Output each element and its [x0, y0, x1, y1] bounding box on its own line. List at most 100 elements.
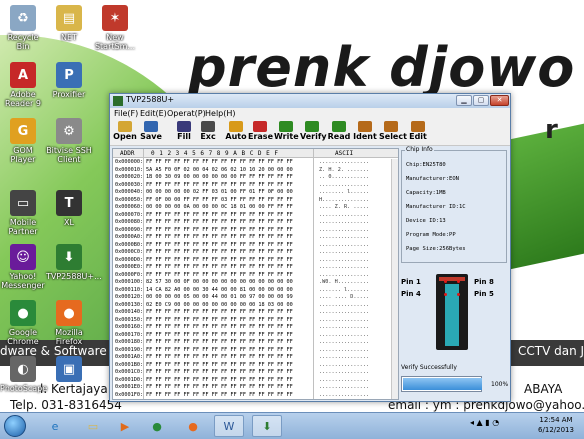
close-button[interactable]: ✕ — [490, 95, 509, 106]
hex-row[interactable]: 0x000090: FF FF FF FF FF FF FF FF FF FF F… — [113, 227, 398, 235]
hex-row[interactable]: 0x000060: 00 00 00 00 0A 00 00 00 0C 18 0… — [113, 204, 398, 212]
desktop-icon[interactable]: ▣ — [46, 356, 92, 384]
hex-row[interactable]: 0x0000D0: FF FF FF FF FF FF FF FF FF FF F… — [113, 257, 398, 265]
hex-row[interactable]: 0x000000: FF FF FF FF FF FF FF FF FF FF F… — [113, 159, 398, 167]
hex-row[interactable]: 0x000080: FF FF FF FF FF FF FF FF FF FF F… — [113, 219, 398, 227]
menu-bar: File(F) Edit(E) Operat(P) Help(H) — [110, 108, 510, 120]
taskbar-item[interactable]: ● — [178, 415, 208, 437]
desktop-icon[interactable]: T XL — [46, 190, 92, 227]
toolbar-button-auto[interactable]: Auto — [224, 121, 248, 145]
hex-vertical-scrollbar[interactable] — [391, 159, 398, 399]
menu-help[interactable]: Help(H) — [205, 109, 236, 118]
toolbar-button-save[interactable]: Save — [139, 121, 163, 145]
hex-row[interactable]: 0x0001F0: FF FF FF FF FF FF FF FF FF FF F… — [113, 392, 398, 400]
hex-row[interactable]: 0x000020: 1B 00 30 09 00 00 00 00 00 00 F… — [113, 174, 398, 182]
toolbar-button-edit[interactable]: Edit — [406, 121, 430, 145]
desktop-icon[interactable]: ✶ New StartSm... — [92, 5, 138, 51]
hex-row-address: 0x000130: — [115, 301, 144, 308]
hex-row[interactable]: 0x000140: FF FF FF FF FF FF FF FF FF FF F… — [113, 309, 398, 317]
hex-row[interactable]: 0x000110: 14 CA 82 A0 00 00 30 44 00 00 8… — [113, 287, 398, 295]
hex-row-bytes: 1B 00 30 09 00 00 00 00 00 00 FF FF FF F… — [146, 174, 293, 180]
taskbar-item[interactable]: W — [214, 415, 244, 437]
hex-row[interactable]: 0x0000A0: FF FF FF FF FF FF FF FF FF FF F… — [113, 234, 398, 242]
taskbar-item-icon: ▭ — [87, 419, 99, 433]
desktop-icon[interactable]: ◐ PhotoScape — [0, 356, 47, 393]
hex-row[interactable]: 0x000100: 82 57 30 00 0F 00 00 00 00 00 0… — [113, 279, 398, 287]
hex-row[interactable]: 0x000030: FF FF FF FF FF FF FF FF FF FF F… — [113, 182, 398, 190]
hex-row[interactable]: 0x000190: FF FF FF FF FF FF FF FF FF FF F… — [113, 347, 398, 355]
desktop-icon[interactable]: ● Google Chrome — [0, 300, 46, 346]
hex-row[interactable]: 0x000050: FF 0F 00 00 FF FF FF FF 03 FF F… — [113, 197, 398, 205]
toolbar-button-verify[interactable]: Verify — [300, 121, 327, 145]
hex-row[interactable]: 0x000010: 5A A5 F0 0F 02 00 04 02 06 02 1… — [113, 167, 398, 175]
tvp2588u-window[interactable]: TVP2588U+ ▁ ▢ ✕ File(F) Edit(E) Operat(P… — [109, 93, 511, 402]
hex-row[interactable]: 0x0001D0: FF FF FF FF FF FF FF FF FF FF F… — [113, 377, 398, 385]
system-tray[interactable]: ◂ ▲ ▮ ◔ — [470, 418, 499, 427]
desktop-icon[interactable]: ⬇ TVP2588U+... — [46, 244, 102, 281]
desktop-icon[interactable]: ● Mozilla Firefox — [46, 300, 92, 346]
hex-row[interactable]: 0x0001B0: FF FF FF FF FF FF FF FF FF FF F… — [113, 362, 398, 370]
toolbar-button-open[interactable]: Open — [113, 121, 137, 145]
taskbar-item[interactable]: ▭ — [78, 415, 108, 437]
hex-editor[interactable]: ADDR 0 1 2 3 4 5 6 7 8 9 A B C D E F ASC… — [112, 148, 399, 400]
hex-row-address: 0x000190: — [115, 346, 144, 353]
toolbar-button-read[interactable]: Read — [327, 121, 351, 145]
hex-row[interactable]: 0x0000B0: FF FF FF FF FF FF FF FF FF FF F… — [113, 242, 398, 250]
menu-file[interactable]: File(F) — [114, 109, 138, 118]
hex-row[interactable]: 0x000130: 02 E0 C9 00 00 00 00 00 00 00 0… — [113, 302, 398, 310]
hex-row[interactable]: 0x000150: FF FF FF FF FF FF FF FF FF FF F… — [113, 317, 398, 325]
hex-row[interactable]: 0x000160: FF FF FF FF FF FF FF FF FF FF F… — [113, 324, 398, 332]
toolbar-button-exc[interactable]: Exc — [196, 121, 220, 145]
toolbar-button-write[interactable]: Write — [274, 121, 299, 145]
wallpaper-brand: prenk djowo — [188, 36, 576, 99]
hex-row[interactable]: 0x000180: FF FF FF FF FF FF FF FF FF FF F… — [113, 339, 398, 347]
clock[interactable]: 12:54 AM 6/12/2013 — [536, 415, 576, 435]
desktop-icon[interactable]: ⚙ Bitvise SSH Client — [46, 118, 92, 164]
desktop-icon[interactable]: ▭ Mobile Partner — [0, 190, 46, 236]
menu-edit[interactable]: Edit(E) — [140, 109, 167, 118]
hex-body: 0x000000: FF FF FF FF FF FF FF FF FF FF F… — [113, 159, 398, 399]
hex-row[interactable]: 0x0001E0: FF FF FF FF FF FF FF FF FF FF F… — [113, 384, 398, 392]
hex-row-address: 0x000010: — [115, 166, 144, 173]
toolbar-button-select[interactable]: Select — [379, 121, 407, 145]
hex-row[interactable]: 0x0000E0: FF FF FF FF FF FF FF FF FF FF F… — [113, 264, 398, 272]
hex-row[interactable]: 0x000170: FF FF FF FF FF FF FF FF FF FF F… — [113, 332, 398, 340]
hex-row[interactable]: 0x0000F0: FF FF FF FF FF FF FF FF FF FF F… — [113, 272, 398, 280]
taskbar-item[interactable]: ● — [142, 415, 172, 437]
menu-operate[interactable]: Operat(P) — [167, 109, 206, 118]
hex-row-ascii: ................ — [319, 211, 369, 218]
window-titlebar[interactable]: TVP2588U+ ▁ ▢ ✕ — [110, 94, 510, 108]
toolbar-button-erase[interactable]: Erase — [248, 121, 273, 145]
pin-8-label: Pin 8 — [474, 278, 494, 286]
status-text: Verify Successfully — [401, 364, 457, 371]
hex-row-ascii: ................ — [319, 391, 369, 398]
taskbar-item[interactable]: ⬇ — [252, 415, 282, 437]
hex-row[interactable]: 0x0001A0: FF FF FF FF FF FF FF FF FF FF F… — [113, 354, 398, 362]
toolbar-button-fill[interactable]: Fill — [172, 121, 196, 145]
desktop-icon[interactable]: ▤ NET — [46, 5, 92, 42]
chip-page-size: Page Size:256Bytes — [406, 246, 466, 252]
hex-row[interactable]: 0x000070: FF FF FF FF FF FF FF FF FF FF F… — [113, 212, 398, 220]
hex-row-ascii: ....... l....... — [319, 286, 369, 293]
taskbar-item[interactable]: e — [40, 415, 70, 437]
start-button[interactable] — [4, 415, 26, 437]
hex-row-ascii: ................ — [319, 264, 369, 270]
hex-row-bytes: FF FF FF FF FF FF FF FF FF FF FF FF FF F… — [146, 234, 293, 240]
hex-row[interactable]: 0x000120: 00 00 00 00 05 00 00 44 00 01 0… — [113, 294, 398, 302]
desktop-icon[interactable]: ♻ Recycle Bin — [0, 5, 46, 51]
hex-row[interactable]: 0x0001C0: FF FF FF FF FF FF FF FF FF FF F… — [113, 369, 398, 377]
taskbar-item[interactable]: ▶ — [110, 415, 140, 437]
hex-row-address: 0x000110: — [115, 286, 144, 293]
maximize-button[interactable]: ▢ — [473, 95, 489, 106]
hex-row[interactable]: 0x0000C0: FF FF FF FF FF FF FF FF FF FF F… — [113, 249, 398, 257]
desktop-icon[interactable]: G GOM Player — [0, 118, 46, 164]
hex-row[interactable]: 0x000040: 00 00 00 00 00 02 FF 03 01 00 F… — [113, 189, 398, 197]
minimize-button[interactable]: ▁ — [456, 95, 472, 106]
hex-header-ascii: ASCII — [335, 150, 354, 157]
desktop-icon[interactable]: A Adobe Reader 9 — [0, 62, 46, 108]
desktop-icon[interactable]: P Proxifier — [46, 62, 92, 99]
toolbar-button-ident[interactable]: Ident — [353, 121, 377, 145]
desktop-icon[interactable]: ☺ Yahoo! Messenger — [0, 244, 46, 290]
toolbar-read-icon — [332, 121, 346, 132]
hex-row-bytes: FF FF FF FF FF FF FF FF FF FF FF FF FF F… — [146, 376, 293, 383]
